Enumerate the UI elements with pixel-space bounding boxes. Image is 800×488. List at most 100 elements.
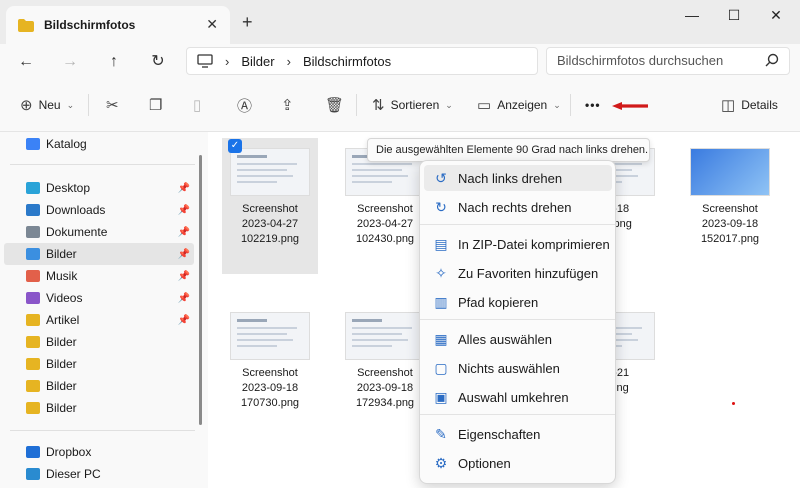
pin-icon: ✧	[435, 264, 447, 281]
sidebar-item-label: Videos	[46, 291, 83, 305]
sort-icon: ⇅	[372, 97, 385, 114]
sidebar-item[interactable]: Bilder 📌	[4, 243, 194, 265]
file-item[interactable]: Screenshot 2023-09-18 152017.png	[682, 138, 778, 274]
view-icon: ▭	[477, 97, 492, 114]
search-input[interactable]: Bildschirmfotos durchsuchen	[546, 47, 790, 75]
menu-item-label: In ZIP-Datei komprimieren	[458, 236, 610, 252]
view-button[interactable]: ▭ Anzeigen ⌄	[477, 94, 561, 116]
menu-item-label: Eigenschaften	[458, 426, 541, 442]
search-icon	[765, 53, 779, 67]
select-none-icon: ▢	[434, 359, 448, 376]
sort-label: Sortieren	[390, 98, 440, 112]
pictures-icon	[26, 248, 40, 260]
folder-icon	[26, 380, 40, 392]
title-bar: Bildschirmfotos ✕ + — ☐ ✕	[0, 0, 800, 44]
sidebar-item[interactable]: Downloads 📌	[4, 199, 194, 221]
rename-icon: Ⓐ	[237, 97, 253, 115]
details-button[interactable]: ◫ Details	[721, 94, 778, 116]
sidebar-item[interactable]: Artikel 📌	[4, 309, 194, 331]
sidebar-item-label: Downloads	[46, 203, 106, 217]
share-icon: ⇪	[281, 97, 294, 114]
delete-button[interactable]: 🗑	[325, 94, 344, 116]
address-bar[interactable]: › Bilder › Bildschirmfotos	[186, 47, 538, 75]
paste-button[interactable]: ▯	[193, 94, 201, 116]
file-name-line: 152017.png	[700, 233, 760, 245]
share-button[interactable]: ⇪	[281, 94, 294, 116]
menu-item[interactable]: ✎ Eigenschaften	[424, 421, 612, 447]
menu-item[interactable]: ▢ Nichts auswählen	[424, 355, 612, 381]
details-pane-icon: ◫	[721, 97, 736, 114]
menu-item-label: Nach rechts drehen	[458, 199, 572, 215]
pin-icon[interactable]: 📌	[178, 183, 190, 194]
sidebar-item[interactable]: Videos 📌	[4, 287, 194, 309]
tab-bildschirmfotos[interactable]: Bildschirmfotos ✕	[6, 6, 230, 44]
more-icon: •••	[585, 98, 601, 112]
select-all-icon: ▦	[434, 330, 448, 347]
red-dot	[732, 402, 735, 405]
maximize-button[interactable]: ☐	[714, 4, 754, 26]
sidebar-item-label: Dokumente	[46, 225, 108, 239]
sidebar-item[interactable]: Bilder	[4, 353, 194, 375]
rotate-right-icon: ↻	[435, 198, 447, 215]
sidebar-item-label: Dieser PC	[46, 467, 101, 481]
menu-item[interactable]: ↻ Nach rechts drehen	[424, 194, 612, 220]
breadcrumb-bildschirmfotos[interactable]: Bildschirmfotos	[303, 54, 391, 69]
menu-item[interactable]: ▦ Alles auswählen	[424, 326, 612, 352]
up-button[interactable]: ↑	[102, 50, 126, 74]
minimize-button[interactable]: —	[672, 4, 712, 26]
refresh-button[interactable]: ↻	[146, 50, 170, 74]
menu-item-label: Alles auswählen	[458, 331, 552, 347]
sidebar-item-label: Bilder	[46, 247, 77, 261]
new-button[interactable]: ⊕ Neu ⌄	[20, 94, 74, 116]
pc-icon	[197, 54, 213, 68]
close-button[interactable]: ✕	[756, 4, 796, 26]
menu-separator	[420, 319, 615, 320]
sidebar-item[interactable]: Bilder	[4, 375, 194, 397]
menu-item-label: Optionen	[458, 455, 511, 471]
sidebar-item-label: Katalog	[46, 137, 87, 151]
pin-icon[interactable]: 📌	[178, 271, 190, 282]
more-options-button[interactable]: •••	[585, 94, 601, 116]
sidebar-scrollbar[interactable]	[199, 155, 202, 425]
pin-icon[interactable]: 📌	[178, 315, 190, 326]
address-row: ← → ↑ ↻ › Bilder › Bildschirmfotos Bilds…	[0, 44, 800, 78]
sidebar-item[interactable]: Bilder	[4, 331, 194, 353]
sidebar-item[interactable]: Dokumente 📌	[4, 221, 194, 243]
checkbox-checked[interactable]: ✓	[228, 139, 242, 153]
pin-icon[interactable]: 📌	[178, 227, 190, 238]
gallery-icon	[26, 138, 40, 150]
forward-button[interactable]: →	[58, 50, 82, 74]
divider	[10, 430, 195, 431]
menu-item[interactable]: ▤ In ZIP-Datei komprimieren	[424, 231, 612, 257]
tab-close-icon[interactable]: ✕	[206, 16, 218, 33]
cut-button[interactable]: ✂	[106, 94, 119, 116]
sidebar-item[interactable]: Desktop 📌	[4, 177, 194, 199]
copy-path-icon: ▥	[434, 293, 448, 310]
menu-item[interactable]: ↺ Nach links drehen	[424, 165, 612, 191]
menu-separator	[420, 224, 615, 225]
pin-icon[interactable]: 📌	[178, 249, 190, 260]
desktop-icon	[26, 182, 40, 194]
more-options-menu: ↺ Nach links drehen ↻ Nach rechts drehen ▤ In…	[419, 160, 616, 484]
back-button[interactable]: ←	[14, 50, 38, 74]
menu-item[interactable]: ⚙ Optionen	[424, 450, 612, 476]
sort-button[interactable]: ⇅ Sortieren ⌄	[372, 94, 453, 116]
sidebar-item[interactable]: Dropbox	[4, 441, 194, 463]
file-item[interactable]: Screenshot 2023-09-18 170730.png	[222, 302, 318, 438]
sidebar-item[interactable]: Musik 📌	[4, 265, 194, 287]
new-tab-button[interactable]: +	[242, 12, 253, 33]
menu-item[interactable]: ▣ Auswahl umkehren	[424, 384, 612, 410]
sidebar-item[interactable]: Dieser PC	[4, 463, 194, 485]
sidebar-item[interactable]: Bilder	[4, 397, 194, 419]
pin-icon[interactable]: 📌	[178, 293, 190, 304]
copy-button[interactable]: ❐	[149, 94, 162, 116]
sidebar-item[interactable]: Katalog	[4, 133, 194, 155]
menu-item[interactable]: ▥ Pfad kopieren	[424, 289, 612, 315]
file-item[interactable]: Screenshot 2023-04-27 102219.png	[222, 138, 318, 274]
pin-icon[interactable]: 📌	[178, 205, 190, 216]
rename-button[interactable]: Ⓐ	[237, 94, 252, 116]
breadcrumb-bilder[interactable]: Bilder	[241, 54, 274, 69]
menu-item[interactable]: ✧ Zu Favoriten hinzufügen	[424, 260, 612, 286]
navigation-pane: Katalog Desktop 📌 Downloads 📌 Dokumente 📌 Bilde…	[0, 132, 208, 488]
music-icon	[26, 270, 40, 282]
